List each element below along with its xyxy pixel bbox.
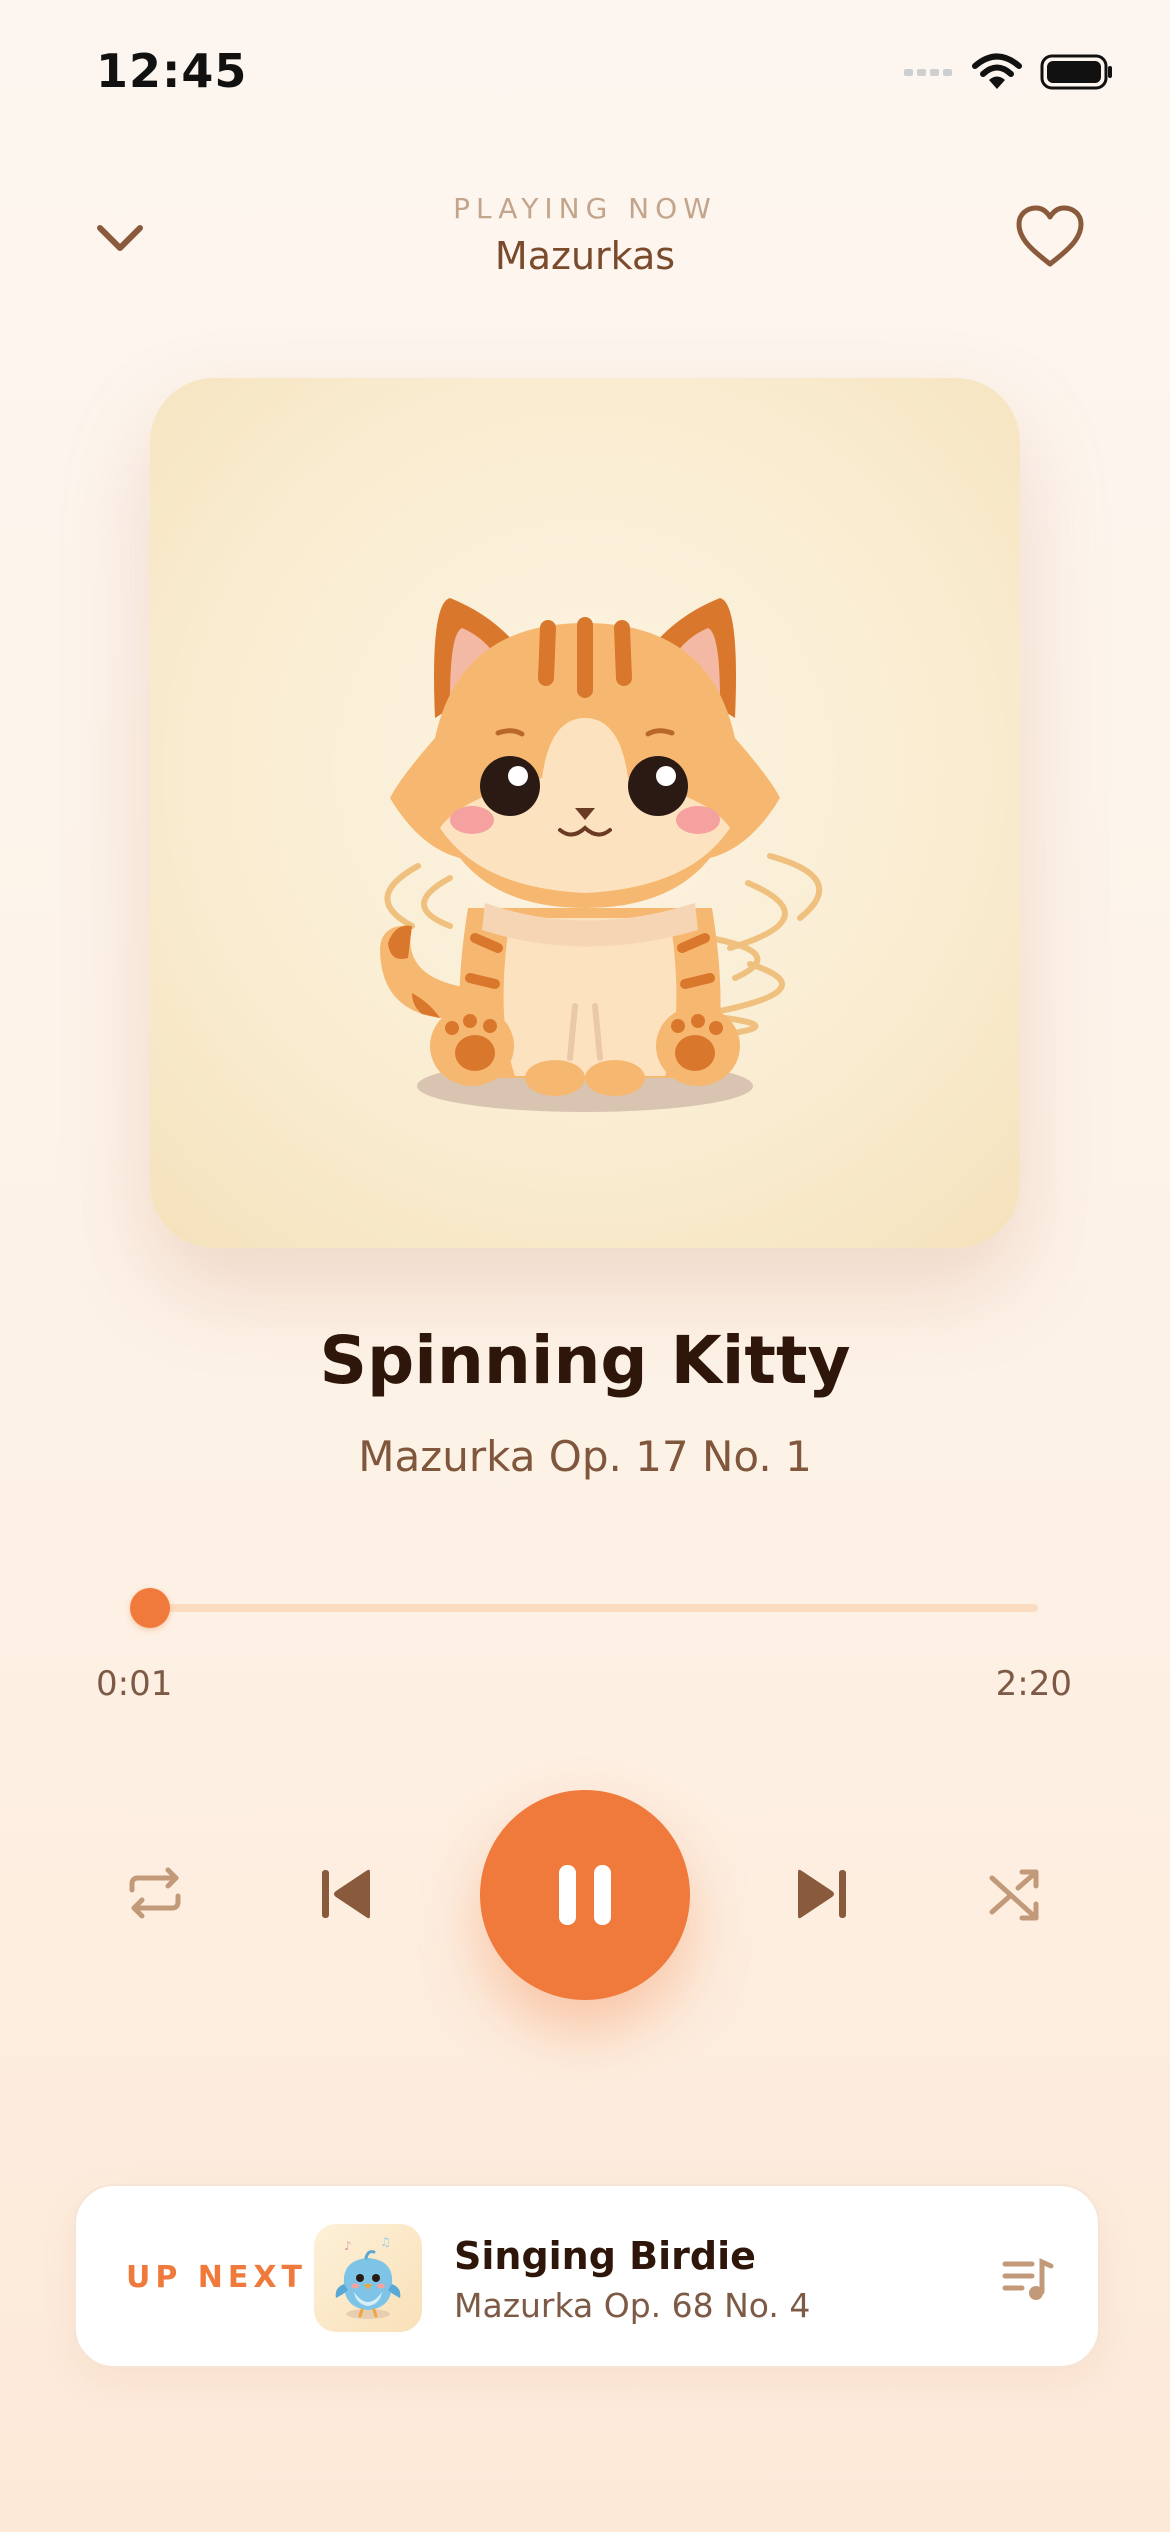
elapsed-time: 0:01 (96, 1664, 173, 1704)
cellular-icon (904, 69, 952, 76)
album-artwork (150, 378, 1020, 1248)
playing-now-label: PLAYING NOW (453, 192, 717, 225)
previous-button[interactable] (318, 1866, 374, 1922)
heart-icon (1016, 205, 1084, 267)
progress-thumb[interactable] (130, 1588, 171, 1628)
track-title: Spinning Kitty (319, 1322, 851, 1399)
playlist-name: Mazurkas (494, 234, 676, 278)
repeat-icon (129, 1867, 181, 1919)
spinning-kitty-illustration (380, 598, 823, 1112)
favorite-button[interactable] (1014, 204, 1086, 270)
queue-icon (1002, 2258, 1054, 2300)
singing-birdie-illustration: ♪ ♫ (335, 2235, 401, 2319)
wifi-icon (972, 53, 1022, 89)
repeat-button[interactable] (124, 1862, 186, 1924)
pause-icon (559, 1865, 611, 1925)
pause-button[interactable] (480, 1790, 690, 2000)
status-icons (904, 52, 1114, 92)
status-time: 12:45 (96, 44, 248, 98)
next-button[interactable] (794, 1866, 850, 1922)
previous-icon (322, 1869, 370, 1919)
up-next-label: UP NEXT (126, 2260, 307, 2295)
battery-icon (1040, 54, 1112, 90)
next-icon (798, 1869, 846, 1919)
svg-text:♫: ♫ (380, 2235, 391, 2249)
shuffle-button[interactable] (984, 1864, 1046, 1926)
svg-text:♪: ♪ (344, 2239, 352, 2253)
up-next-artwork: ♪ ♫ (314, 2224, 422, 2332)
up-next-subtitle: Mazurka Op. 68 No. 4 (454, 2286, 811, 2325)
up-next-card[interactable]: UP NEXT ♪ ♫ Singing Birdie Mazurka Op. 6… (74, 2184, 1100, 2368)
track-subtitle: Mazurka Op. 17 No. 1 (358, 1432, 812, 1481)
total-duration: 2:20 (995, 1664, 1072, 1704)
progress-track[interactable] (144, 1604, 1038, 1612)
shuffle-icon (989, 1869, 1039, 1921)
queue-button[interactable] (1002, 2256, 1054, 2302)
up-next-title: Singing Birdie (454, 2234, 756, 2278)
